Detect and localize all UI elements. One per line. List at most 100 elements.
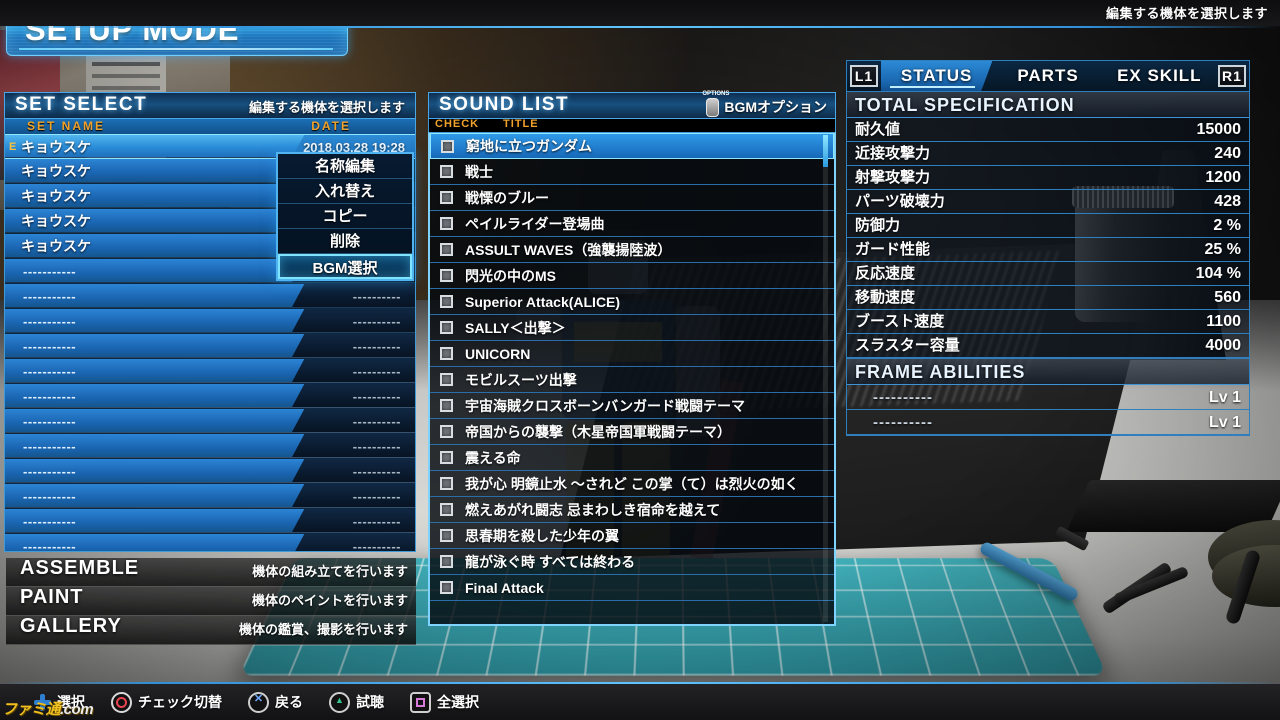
sound-list-row[interactable]: 帝国からの襲撃（木星帝国軍戦闘テーマ） [430,419,834,445]
sound-checkbox[interactable] [440,165,453,178]
column-header-set-name: SET NAME [27,119,106,133]
set-row-edit-flag: E [9,141,17,153]
set-select-column-header: SET NAME DATE [4,119,416,134]
tab-ex-skill[interactable]: EX SKILL [1104,61,1215,91]
sound-list-row[interactable]: 宇宙海賊クロスボーンバンガード戦闘テーマ [430,393,834,419]
sound-list-row[interactable]: SALLY＜出撃＞ [430,315,834,341]
spec-label: パーツ破壊力 [855,193,945,210]
tab-parts[interactable]: PARTS [992,61,1103,91]
sound-checkbox[interactable] [440,321,453,334]
set-select-row[interactable]: ----------- ---------- [5,334,415,359]
sound-list-row[interactable]: 窮地に立つガンダム [430,133,834,159]
sound-list-row[interactable]: 燃えあがれ闘志 忌まわしき宿命を越えて [430,497,834,523]
sound-list-scrollbar-thumb[interactable] [823,135,828,167]
sound-list-row[interactable]: 閃光の中のMS [430,263,834,289]
context-menu-item[interactable]: 名称編集 [278,154,412,179]
set-row-name: ----------- [23,464,77,479]
sound-title: Superior Attack(ALICE) [465,293,621,310]
mode-description: 機体の鑑賞、撮影を行います [238,622,408,637]
sound-checkbox[interactable] [440,269,453,282]
specification-rows: 耐久値 15000 近接攻撃力 240 射撃攻撃力 1200 パーツ破壊力 428 防御力 2 %… [847,118,1249,358]
context-menu-item[interactable]: 削除 [278,229,412,254]
set-context-menu[interactable]: 名称編集 入れ替え コピー 削除 BGM選択 [276,152,414,281]
set-select-row[interactable]: ----------- ---------- [5,459,415,484]
button-hint: 全選択 [410,691,479,713]
sound-checkbox[interactable] [440,399,453,412]
bgm-options-label: BGMオプション [724,99,827,115]
set-select-row[interactable]: ----------- ---------- [5,509,415,534]
set-row-name: ----------- [23,389,77,404]
sound-list-row[interactable]: 戦士 [430,159,834,185]
mode-list-item-gallery[interactable]: GALLERY 機体の鑑賞、撮影を行います [6,615,416,645]
sound-checkbox[interactable] [440,555,453,568]
sound-list-row[interactable]: 我が心 明鏡止水 ～されど この掌（て）は烈火の如く [430,471,834,497]
sound-checkbox[interactable] [440,347,453,360]
set-select-row[interactable]: ----------- ---------- [5,534,415,551]
sound-list-row[interactable]: 龍が泳ぐ時 すべては終わる [430,549,834,575]
frame-ability-row: ---------- Lv 1 [847,410,1249,435]
set-row-name: ----------- [23,514,77,529]
set-select-row[interactable]: ----------- ---------- [5,309,415,334]
set-select-row[interactable]: ----------- ---------- [5,284,415,309]
spec-row: 反応速度 104 % [847,262,1249,286]
sound-list-rows[interactable]: 窮地に立つガンダム 戦士 戦慄のブルーペイルライダー登場曲 ASSULT WAVES（… [428,132,836,626]
sound-checkbox[interactable] [440,295,453,308]
sound-list-scrollbar[interactable] [823,135,828,622]
total-specification-header: TOTAL SPECIFICATION [847,92,1249,118]
column-header-title: TITLE [503,118,539,130]
sound-list-row[interactable]: Final Attack [430,575,834,601]
spec-label: 反応速度 [855,265,916,282]
set-select-row[interactable]: ----------- ---------- [5,434,415,459]
sound-list-row[interactable]: ペイルライダー登場曲 [430,211,834,237]
spec-row: スラスター容量 4000 [847,334,1249,358]
spec-label: 耐久値 [855,121,901,138]
bgm-options-button[interactable]: OPTIONS BGMオプション [702,91,827,117]
set-select-row[interactable]: ----------- ---------- [5,409,415,434]
spec-value: 1200 [1205,169,1241,186]
sound-checkbox[interactable] [440,503,453,516]
sound-list-row[interactable]: モビルスーツ出撃 [430,367,834,393]
sound-checkbox[interactable] [441,139,454,153]
mode-list-item-paint[interactable]: PAINT 機体のペイントを行います [6,586,416,616]
sound-checkbox[interactable] [440,243,453,256]
mode-list[interactable]: ASSEMBLE 機体の組み立てを行います PAINT 機体のペイントを行います GAL… [6,557,416,645]
sound-list-row[interactable]: 思春期を殺した少年の翼 [430,523,834,549]
sound-list-row[interactable]: 震える命 [430,445,834,471]
set-row-date: ---------- [352,414,401,429]
right-bumper-icon[interactable]: R1 [1217,65,1246,87]
sound-list-row[interactable]: Superior Attack(ALICE) [430,289,834,315]
sound-checkbox[interactable] [440,477,453,490]
mode-list-item-assemble[interactable]: ASSEMBLE 機体の組み立てを行います [6,557,416,587]
sound-checkbox[interactable] [440,217,453,230]
watermark-text-2: .com [60,701,94,718]
context-menu-item[interactable]: BGM選択 [278,254,412,279]
sound-list-row[interactable]: ASSULT WAVES（強襲揚陸波） [430,237,834,263]
context-menu-item[interactable]: 入れ替え [278,179,412,204]
sound-title: ASSULT WAVES（強襲揚陸波） [465,241,672,258]
sound-checkbox[interactable] [440,581,453,594]
left-bumper-icon[interactable]: L1 [850,65,878,87]
sound-checkbox[interactable] [440,191,453,204]
mode-description: 機体のペイントを行います [251,593,408,608]
sound-checkbox[interactable] [440,373,453,386]
sound-title: 閃光の中のMS [465,267,556,284]
set-select-row[interactable]: ----------- ---------- [5,384,415,409]
status-tab-bar[interactable]: L1 STATUS PARTS EX SKILL R1 [846,60,1250,92]
set-select-row[interactable]: ----------- ---------- [5,484,415,509]
set-row-name: ----------- [23,339,77,354]
context-menu-item[interactable]: コピー [278,204,412,229]
sound-list-row[interactable]: 戦慄のブルー [430,185,834,211]
setup-mode-underline [19,48,333,50]
set-row-name: キョウスケ [21,163,91,179]
bottom-button-hint-bar: 選択チェック切替戻る試聴全選択 [0,684,1280,720]
sound-list-row[interactable]: UNICORN [430,341,834,367]
sound-checkbox[interactable] [440,451,453,464]
sound-title: ペイルライダー登場曲 [465,215,605,232]
sound-checkbox[interactable] [440,425,453,438]
set-select-hint: 編集する機体を選択します [248,100,405,115]
button-hint-label: 全選択 [437,694,479,710]
sound-checkbox[interactable] [440,529,453,542]
tab-status[interactable]: STATUS [881,61,993,91]
spec-value: 240 [1214,145,1241,162]
set-select-row[interactable]: ----------- ---------- [5,359,415,384]
